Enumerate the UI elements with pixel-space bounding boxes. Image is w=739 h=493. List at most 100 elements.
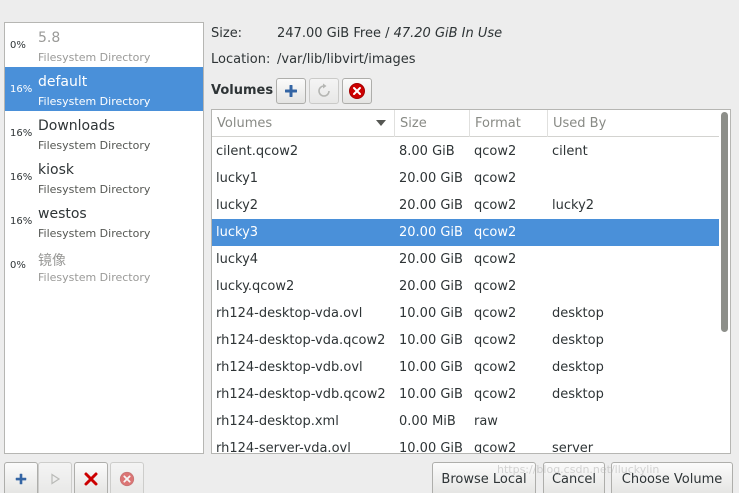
cell-used-by: cilent <box>552 144 588 159</box>
cell-format: raw <box>474 414 498 429</box>
cell-size: 20.00 GiB <box>399 252 463 267</box>
sort-arrow-icon <box>376 120 386 126</box>
pool-item[interactable]: 16% default Filesystem Directory <box>5 67 203 111</box>
table-row[interactable]: cilent.qcow2 8.00 GiB qcow2 cilent <box>212 138 719 165</box>
stop-x-icon <box>84 472 98 486</box>
cell-used-by: lucky2 <box>552 198 595 213</box>
cell-format: qcow2 <box>474 306 517 321</box>
delete-volume-button[interactable] <box>342 78 372 104</box>
table-row[interactable]: rh124-server-vda.ovl 10.00 GiB qcow2 server <box>212 435 719 454</box>
pool-item[interactable]: 0% 镜像 Filesystem Directory <box>5 243 203 287</box>
pool-type: Filesystem Directory <box>38 139 151 152</box>
size-label: Size: <box>211 26 243 41</box>
cell-size: 10.00 GiB <box>399 387 463 402</box>
column-header-format[interactable]: Format <box>470 110 548 137</box>
cell-size: 8.00 GiB <box>399 144 455 159</box>
table-row[interactable]: rh124-desktop-vda.ovl 10.00 GiB qcow2 deskt… <box>212 300 719 327</box>
pool-type: Filesystem Directory <box>38 51 151 64</box>
table-row[interactable]: lucky1 20.00 GiB qcow2 <box>212 165 719 192</box>
table-row[interactable]: rh124-desktop-vdb.qcow2 10.00 GiB qcow2 des… <box>212 381 719 408</box>
cell-size: 10.00 GiB <box>399 360 463 375</box>
plus-icon <box>285 85 297 97</box>
pool-name: 镜像 <box>38 253 66 269</box>
size-info: Size: 247.00 GiB Free / 47.20 GiB In Use <box>211 26 502 41</box>
cell-size: 20.00 GiB <box>399 198 463 213</box>
pool-usage-percent: 16% <box>10 216 33 227</box>
browse-local-button[interactable]: Browse Local <box>432 462 536 493</box>
choose-volume-button[interactable]: Choose Volume <box>611 462 733 493</box>
plus-icon <box>15 473 27 485</box>
cell-format: qcow2 <box>474 333 517 348</box>
pool-type: Filesystem Directory <box>38 95 151 108</box>
delete-pool-button[interactable] <box>110 462 144 493</box>
pool-name: kiosk <box>38 162 74 178</box>
cell-format: qcow2 <box>474 252 517 267</box>
pool-name: default <box>38 74 88 90</box>
location-value: /var/lib/libvirt/images <box>277 52 416 67</box>
size-free: 247.00 GiB Free / <box>277 26 394 41</box>
pool-usage-percent: 0% <box>10 260 26 271</box>
cancel-button[interactable]: Cancel <box>543 462 605 493</box>
cell-volume-name: cilent.qcow2 <box>216 144 299 159</box>
add-volume-button[interactable] <box>276 78 306 104</box>
size-used: 47.20 GiB In Use <box>393 26 503 41</box>
cell-format: qcow2 <box>474 198 517 213</box>
cell-size: 10.00 GiB <box>399 441 463 454</box>
cell-format: qcow2 <box>474 225 517 240</box>
pool-type: Filesystem Directory <box>38 183 151 196</box>
table-body: cilent.qcow2 8.00 GiB qcow2 cilent lucky1 20.… <box>212 138 719 454</box>
table-row[interactable]: lucky2 20.00 GiB qcow2 lucky2 <box>212 192 719 219</box>
cell-volume-name: lucky.qcow2 <box>216 279 295 294</box>
column-header-volumes[interactable]: Volumes <box>212 110 395 137</box>
cell-volume-name: rh124-desktop.xml <box>216 414 339 429</box>
cell-format: qcow2 <box>474 441 517 454</box>
cell-volume-name: rh124-desktop-vda.ovl <box>216 306 363 321</box>
table-row[interactable]: rh124-desktop-vdb.ovl 10.00 GiB qcow2 deskt… <box>212 354 719 381</box>
cell-format: qcow2 <box>474 387 517 402</box>
table-header: Volumes Size Format Used By <box>212 110 719 137</box>
pool-usage-percent: 16% <box>10 172 33 183</box>
storage-pool-list[interactable]: 0% 5.8 Filesystem Directory 16% default Files… <box>4 22 204 454</box>
pool-name: Downloads <box>38 118 115 134</box>
column-header-size[interactable]: Size <box>395 110 470 137</box>
cell-format: qcow2 <box>474 171 517 186</box>
cell-size: 10.00 GiB <box>399 333 463 348</box>
delete-icon <box>349 83 365 99</box>
pool-item[interactable]: 16% westos Filesystem Directory <box>5 199 203 243</box>
volumes-table[interactable]: Volumes Size Format Used By cilent.qcow2… <box>211 109 731 454</box>
refresh-icon <box>318 83 330 97</box>
cell-size: 20.00 GiB <box>399 225 463 240</box>
location-info: Location: /var/lib/libvirt/images <box>211 52 416 67</box>
vertical-scrollbar[interactable] <box>720 112 728 452</box>
cell-format: qcow2 <box>474 144 517 159</box>
cell-volume-name: rh124-desktop-vda.qcow2 <box>216 333 386 348</box>
table-row[interactable]: rh124-desktop.xml 0.00 MiB raw <box>212 408 719 435</box>
table-row[interactable]: lucky.qcow2 20.00 GiB qcow2 <box>212 273 719 300</box>
start-pool-button[interactable] <box>38 462 72 493</box>
cell-volume-name: rh124-desktop-vdb.ovl <box>216 360 363 375</box>
cell-used-by: desktop <box>552 306 604 321</box>
pool-item[interactable]: 16% Downloads Filesystem Directory <box>5 111 203 155</box>
pool-item[interactable]: 16% kiosk Filesystem Directory <box>5 155 203 199</box>
table-row[interactable]: rh124-desktop-vda.qcow2 10.00 GiB qcow2 des… <box>212 327 719 354</box>
cell-size: 20.00 GiB <box>399 171 463 186</box>
scrollbar-thumb[interactable] <box>721 112 728 332</box>
pool-type: Filesystem Directory <box>38 227 151 240</box>
cell-volume-name: lucky1 <box>216 171 259 186</box>
column-header-used-by[interactable]: Used By <box>548 110 719 137</box>
table-row[interactable]: lucky3 20.00 GiB qcow2 <box>212 219 719 246</box>
cell-used-by: desktop <box>552 387 604 402</box>
play-icon <box>51 473 61 485</box>
refresh-volumes-button[interactable] <box>309 78 339 104</box>
pool-item[interactable]: 0% 5.8 Filesystem Directory <box>5 23 203 67</box>
cell-volume-name: lucky2 <box>216 198 259 213</box>
stop-pool-button[interactable] <box>74 462 108 493</box>
cell-used-by: desktop <box>552 360 604 375</box>
volumes-header: Volumes <box>211 83 274 98</box>
add-pool-button[interactable] <box>4 462 38 493</box>
cell-size: 0.00 MiB <box>399 414 456 429</box>
cell-volume-name: rh124-desktop-vdb.qcow2 <box>216 387 386 402</box>
table-row[interactable]: lucky4 20.00 GiB qcow2 <box>212 246 719 273</box>
cell-size: 10.00 GiB <box>399 306 463 321</box>
cell-format: qcow2 <box>474 360 517 375</box>
